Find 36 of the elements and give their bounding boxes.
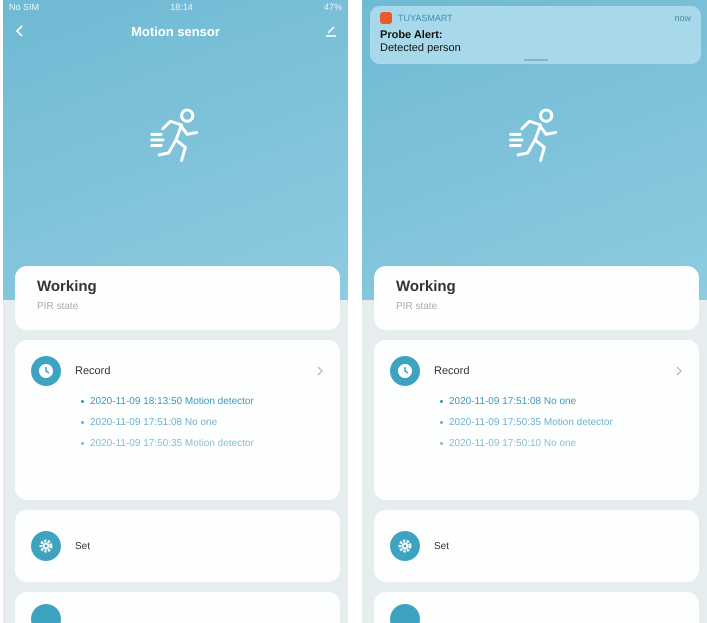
settings-title: Set <box>434 540 450 552</box>
state-value: Working <box>396 278 457 295</box>
notification-time: now <box>674 13 691 23</box>
record-entry: 2020-11-09 17:50:35 Motion detector <box>440 417 683 428</box>
record-entry: 2020-11-09 17:50:35 Motion detector <box>81 438 324 449</box>
notification-text: Detected person <box>380 42 462 54</box>
clock-label: 18:14 <box>170 2 193 14</box>
settings-icon <box>390 531 420 561</box>
settings-card[interactable]: Set <box>374 510 699 582</box>
record-entry: 2020-11-09 17:51:08 No one <box>81 417 324 428</box>
edit-icon[interactable] <box>324 24 338 38</box>
settings-card[interactable]: Set <box>15 510 340 582</box>
settings-icon <box>31 531 61 561</box>
record-card[interactable]: Record 2020-11-09 17:51:08 No one 2020-11-09 17:50:35 Motion detector 2020-11-09 17:50:10 No one <box>374 340 699 500</box>
state-value: Working <box>37 278 98 295</box>
grab-handle[interactable] <box>524 59 548 61</box>
state-label: PIR state <box>396 301 438 312</box>
notification-title: Probe Alert: <box>380 29 444 41</box>
state-label: PIR state <box>37 301 80 312</box>
battery-label: 47% <box>324 2 342 14</box>
chevron-icon <box>316 365 324 377</box>
record-title: Record <box>75 365 110 377</box>
settings-title: Set <box>75 540 90 552</box>
chevron-icon <box>675 365 683 377</box>
screen-title: Motion sensor <box>131 24 220 38</box>
record-card[interactable]: Record 2020-11-09 18:13:50 Motion detector 2020-11-09 17:51:08 No one 2020-11-09 17:50:35 Motion detector <box>15 340 340 500</box>
app-name: TUYASMART <box>398 13 453 23</box>
record-title: Record <box>434 365 470 377</box>
record-entry: 2020-11-09 18:13:50 Motion detector <box>81 396 324 407</box>
app-logo-icon <box>380 12 392 24</box>
clock-icon <box>31 356 61 386</box>
carrier-label: No SIM <box>9 2 40 14</box>
notification-banner[interactable]: TUYASMART now Probe Alert: Detected person <box>370 6 701 64</box>
record-entry: 2020-11-09 17:51:08 No one <box>440 396 683 407</box>
clock-icon <box>390 356 420 386</box>
record-entry: 2020-11-09 17:50:10 No one <box>440 438 683 449</box>
